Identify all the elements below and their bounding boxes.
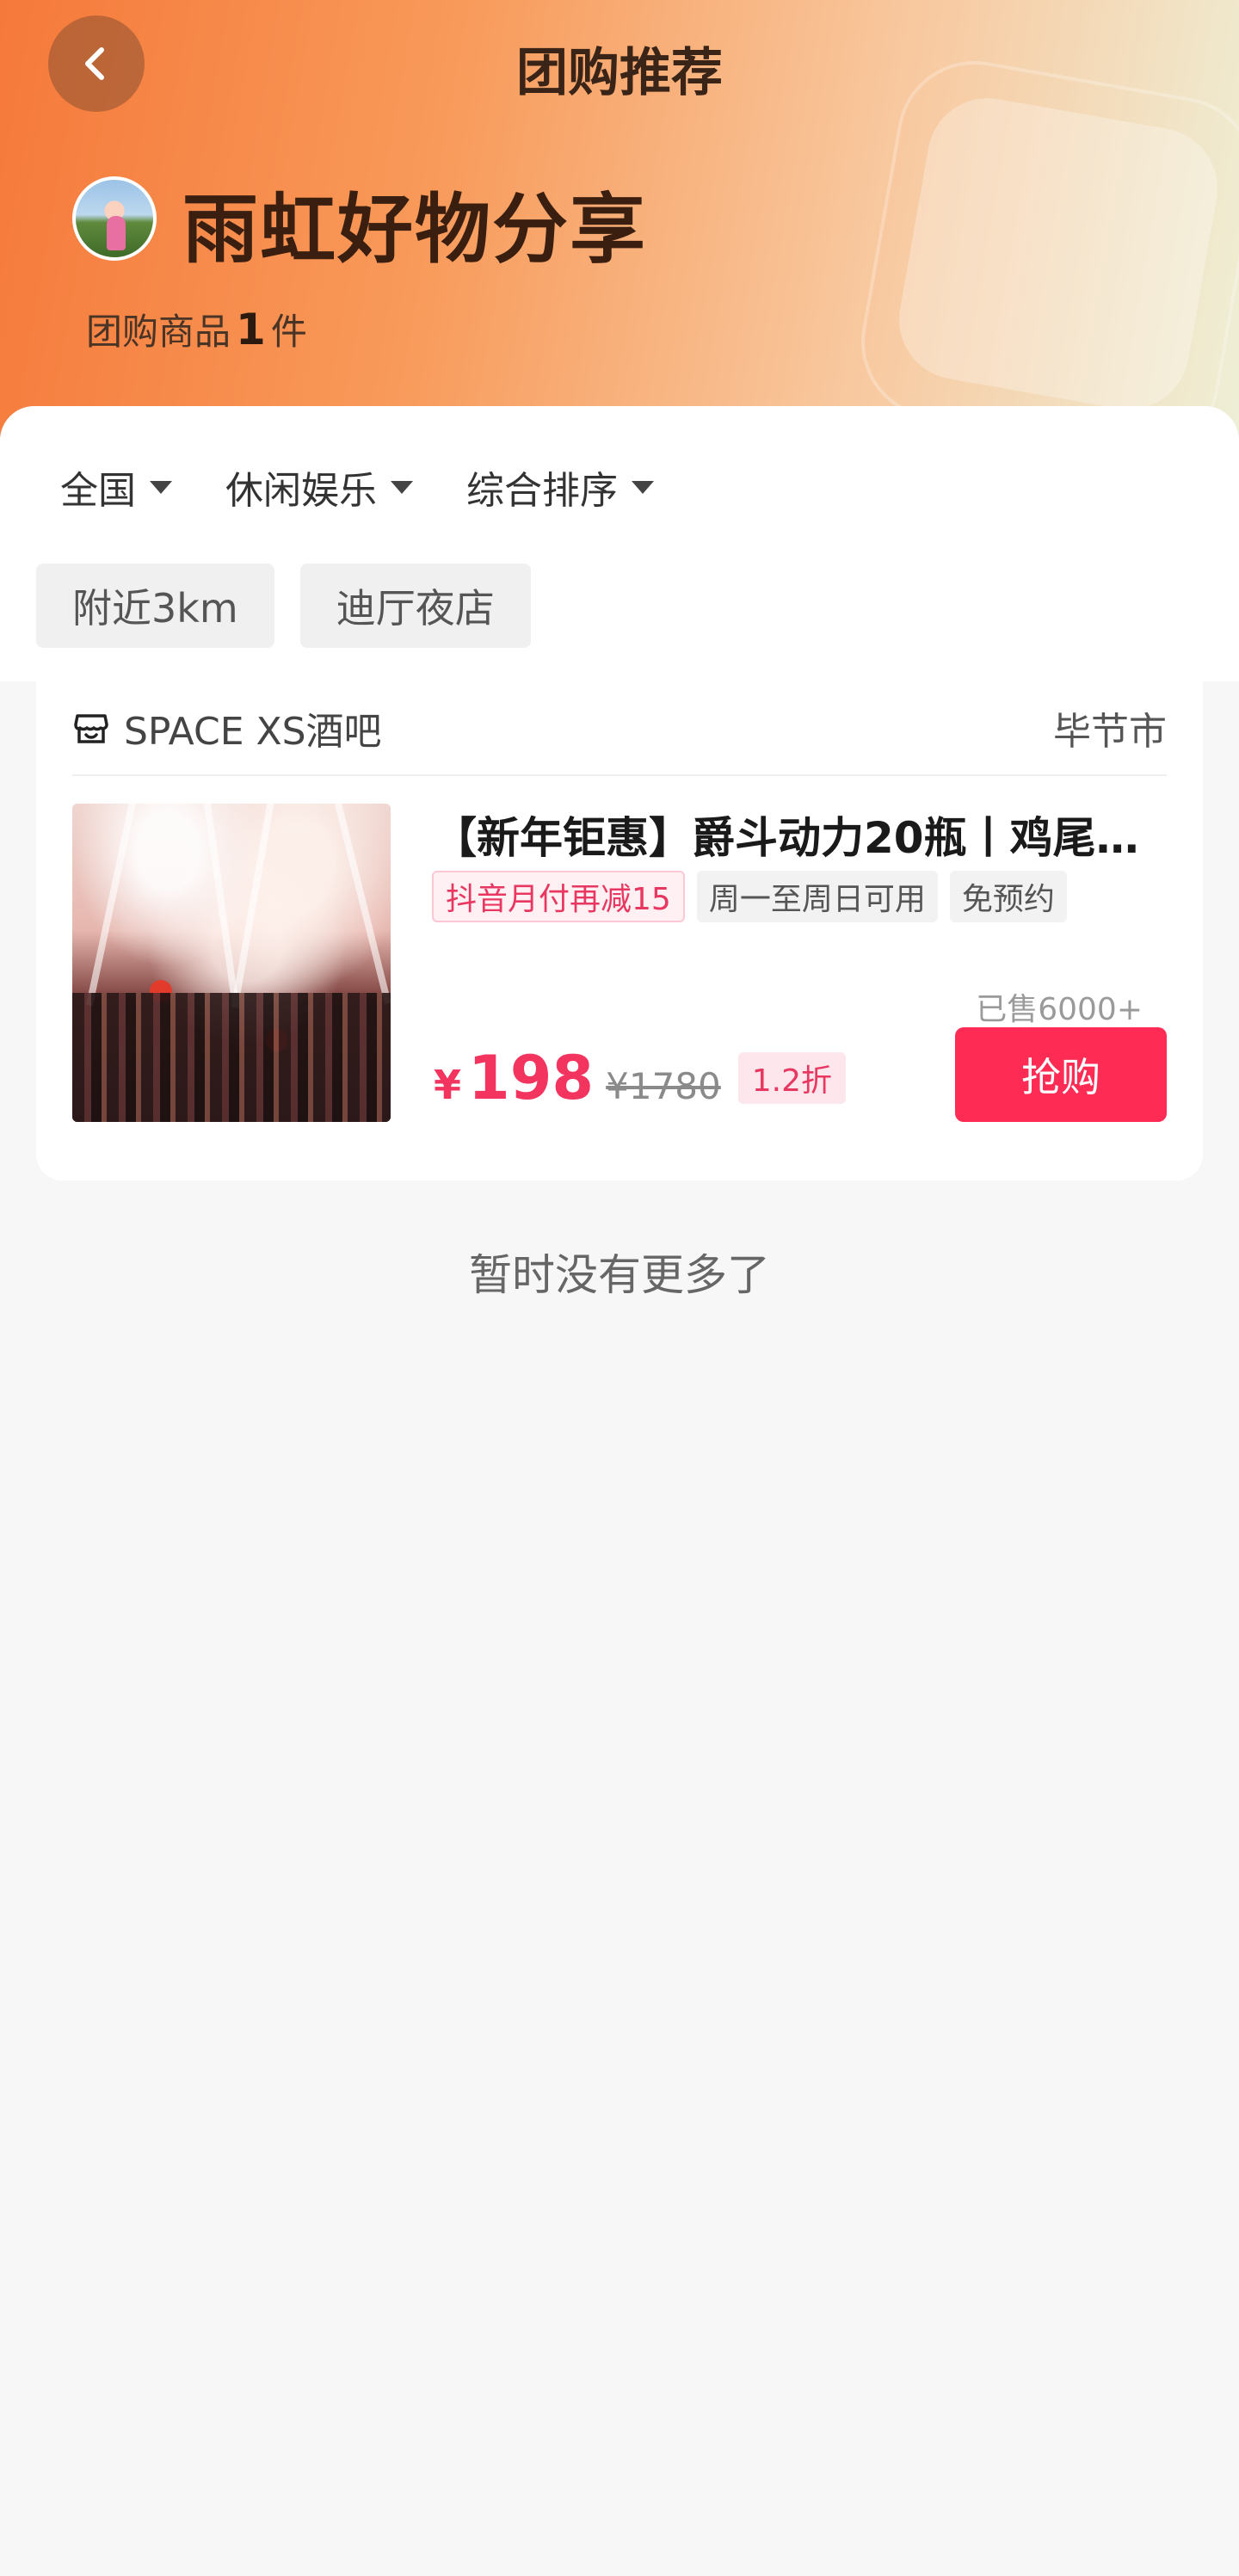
payment-promo-badge: 抖音月付再减15 [432,871,685,922]
discount-badge: 1.2折 [737,1052,847,1104]
deal-badges: 抖音月付再减15 周一至周日可用 免预约 [432,871,1067,922]
filter-label: 综合排序 [466,469,618,513]
filter-category[interactable]: 休闲娱乐 [225,459,413,515]
availability-badge: 周一至周日可用 [696,871,938,922]
price-row: ¥ 198 ¥1780 1.2折 [434,1043,847,1113]
caret-down-icon [632,480,654,494]
tag-nearby[interactable]: 附近3km [36,564,274,648]
shop-link[interactable]: SPACE XS酒吧 [72,700,382,755]
decorative-shop-shape [889,88,1228,420]
store-icon [74,714,108,743]
product-count: 团购商品 1 件 [86,303,307,355]
page-title: 团购推荐 [516,43,723,103]
deal-title[interactable]: 【新年钜惠】爵斗动力20瓶丨鸡尾酒套餐 [434,804,1174,866]
shop-name: SPACE XS酒吧 [124,710,382,754]
filter-area: 全国 休闲娱乐 综合排序 附近3km 迪厅夜店 [0,406,1239,681]
tag-nightclub[interactable]: 迪厅夜店 [299,564,531,648]
tag-row: 附近3km 迪厅夜店 [36,564,531,648]
filter-label: 全国 [60,469,136,513]
caret-down-icon [391,480,413,494]
buy-button[interactable]: 抢购 [955,1027,1167,1122]
creator-avatar[interactable] [72,176,157,261]
deal-price: 198 [468,1043,595,1113]
filter-row: 全国 休闲娱乐 综合排序 [60,459,654,515]
deal-card[interactable]: SPACE XS酒吧 毕节市 【新年钜惠】爵斗动力20瓶丨鸡尾酒套餐 抖音月付再… [36,681,1203,1180]
currency-symbol: ¥ [434,1062,462,1108]
filter-label: 休闲娱乐 [225,469,377,513]
filter-sort[interactable]: 综合排序 [466,459,654,515]
product-count-suffix: 件 [270,311,307,353]
end-of-list-tip: 暂时没有更多了 [469,1250,770,1300]
deal-thumbnail[interactable] [72,804,391,1122]
creator-name: 雨虹好物分享 [182,185,648,274]
shop-row: SPACE XS酒吧 毕节市 [72,681,1167,776]
filter-region[interactable]: 全国 [60,459,172,515]
shop-city: 毕节市 [1053,710,1167,754]
content-area: 全国 休闲娱乐 综合排序 附近3km 迪厅夜店 SPACE XS酒吧 毕节市 【… [0,406,1239,2576]
original-price: ¥1780 [606,1065,721,1107]
no-reservation-badge: 免预约 [949,871,1067,922]
product-count-prefix: 团购商品 [86,311,231,353]
sold-count: 已售6000+ [976,992,1143,1027]
product-count-number: 1 [236,305,266,354]
caret-down-icon [150,480,172,494]
